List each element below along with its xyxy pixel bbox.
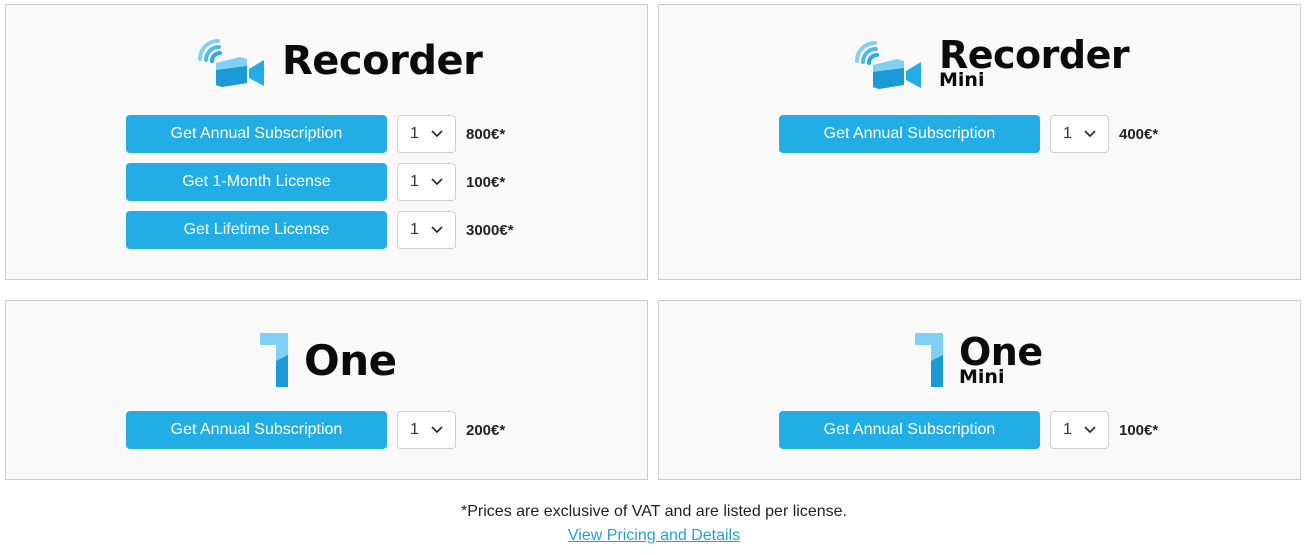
- annual-subscription-button[interactable]: Get Annual Subscription: [126, 411, 387, 449]
- chevron-down-icon: [1084, 426, 1096, 434]
- view-pricing-link[interactable]: View Pricing and Details: [568, 527, 740, 544]
- quantity-select[interactable]: 1: [1050, 411, 1109, 449]
- chevron-down-icon: [431, 226, 443, 234]
- quantity-value: 1: [410, 173, 419, 190]
- quantity-value: 1: [410, 421, 419, 438]
- one-mini-card: One Mini Get Annual Subscription 1 100€*: [658, 300, 1301, 480]
- camera-wifi-icon: [855, 41, 921, 89]
- numeral-one-icon: [260, 333, 288, 387]
- pricing-details-container: View Pricing and Details: [0, 527, 1308, 545]
- one-logo: One: [258, 331, 397, 389]
- product-edition: Mini: [939, 69, 985, 91]
- chevron-down-icon: [431, 130, 443, 138]
- chevron-down-icon: [431, 178, 443, 186]
- chevron-down-icon: [431, 426, 443, 434]
- price-label: 100€*: [1119, 421, 1159, 439]
- price-label: 100€*: [466, 173, 506, 191]
- camera-wifi-icon: [198, 39, 264, 87]
- chevron-down-icon: [1084, 130, 1096, 138]
- one-month-license-button[interactable]: Get 1-Month License: [126, 163, 387, 201]
- purchase-row: Get Annual Subscription 1 400€*: [779, 115, 1158, 153]
- quantity-select[interactable]: 1: [397, 411, 456, 449]
- quantity-value: 1: [410, 221, 419, 238]
- recorder-mini-card: Recorder Mini Get Annual Subscription 1 …: [658, 4, 1301, 280]
- purchase-row: Get Annual Subscription 1 800€*: [126, 115, 505, 153]
- purchase-row: Get 1-Month License 1 100€*: [126, 163, 505, 201]
- quantity-select[interactable]: 1: [397, 211, 456, 249]
- one-card: One Get Annual Subscription 1 200€*: [5, 300, 648, 480]
- recorder-logo: Recorder: [192, 33, 483, 89]
- price-label: 800€*: [466, 125, 506, 143]
- purchase-row: Get Annual Subscription 1 200€*: [126, 411, 505, 449]
- annual-subscription-button[interactable]: Get Annual Subscription: [779, 115, 1040, 153]
- annual-subscription-button[interactable]: Get Annual Subscription: [126, 115, 387, 153]
- vat-footnote: *Prices are exclusive of VAT and are lis…: [461, 503, 847, 520]
- annual-subscription-button[interactable]: Get Annual Subscription: [779, 411, 1040, 449]
- price-label: 400€*: [1119, 125, 1159, 143]
- quantity-select[interactable]: 1: [397, 163, 456, 201]
- product-name: One: [304, 335, 397, 385]
- recorder-card: Recorder Get Annual Subscription 1 800€*…: [5, 4, 648, 280]
- quantity-value: 1: [1063, 421, 1072, 438]
- purchase-row: Get Lifetime License 1 3000€*: [126, 211, 514, 249]
- quantity-value: 1: [410, 125, 419, 142]
- recorder-mini-logo: Recorder Mini: [849, 35, 1130, 91]
- product-name: Recorder: [282, 38, 483, 84]
- quantity-select[interactable]: 1: [397, 115, 456, 153]
- quantity-value: 1: [1063, 125, 1072, 142]
- product-edition: Mini: [959, 366, 1005, 388]
- price-label: 3000€*: [466, 221, 514, 239]
- price-label: 200€*: [466, 421, 506, 439]
- quantity-select[interactable]: 1: [1050, 115, 1109, 153]
- numeral-one-icon: [915, 333, 943, 387]
- one-mini-logo: One Mini: [913, 331, 1043, 389]
- lifetime-license-button[interactable]: Get Lifetime License: [126, 211, 387, 249]
- purchase-row: Get Annual Subscription 1 100€*: [779, 411, 1158, 449]
